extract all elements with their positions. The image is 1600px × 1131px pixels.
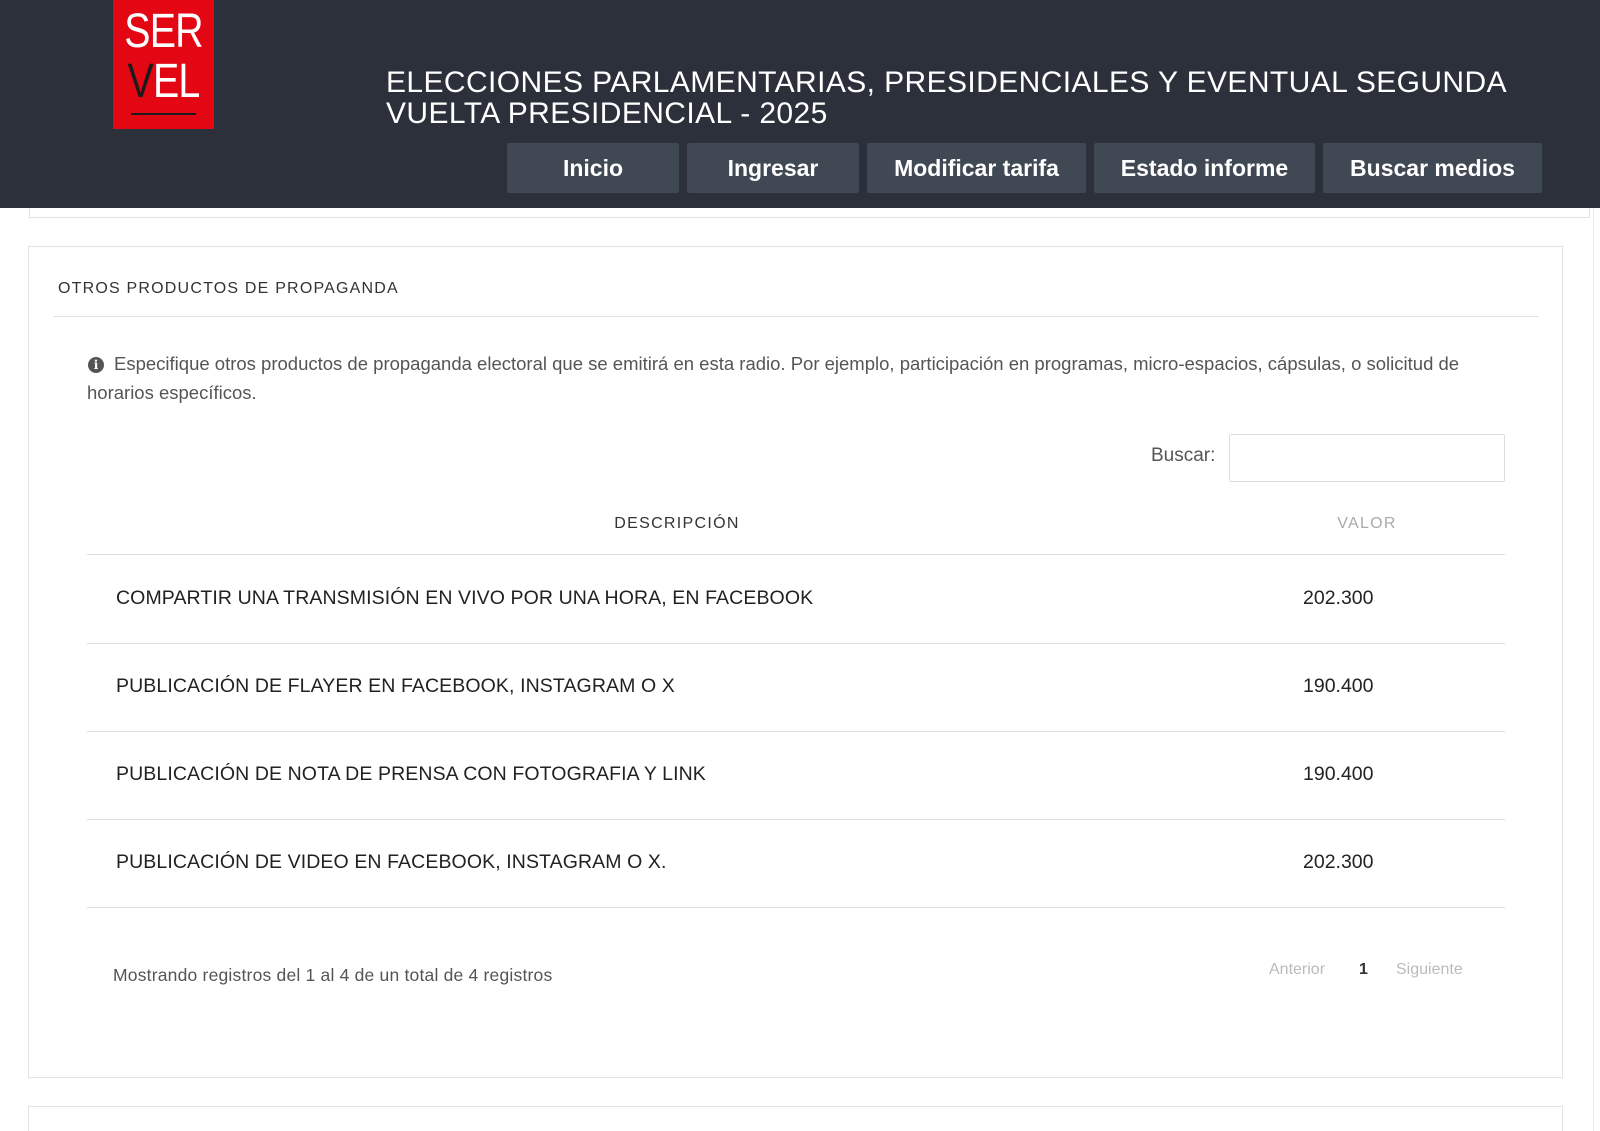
panel-title: OTROS PRODUCTOS DE PROPAGANDA	[58, 280, 399, 297]
cell-descripcion: PUBLICACIÓN DE NOTA DE PRENSA CON FOTOGR…	[116, 763, 706, 785]
next-panel-edge	[28, 1106, 1563, 1131]
cell-valor: 190.400	[1303, 675, 1374, 697]
table-row: COMPARTIR UNA TRANSMISIÓN EN VIVO POR UN…	[87, 556, 1505, 644]
nav-buscar-medios-button[interactable]: Buscar medios	[1323, 143, 1542, 193]
logo-text-top: SER	[124, 5, 203, 58]
panel-divider	[53, 316, 1539, 317]
cell-descripcion: PUBLICACIÓN DE VIDEO EN FACEBOOK, INSTAG…	[116, 851, 667, 873]
nav-inicio-button[interactable]: Inicio	[507, 143, 679, 193]
logo-letter-v: V	[127, 55, 154, 108]
previous-panel-edge	[29, 208, 1590, 218]
site-header: SER VEL ELECCIONES PARLAMENTARIAS, PRESI…	[0, 0, 1600, 208]
table-row: PUBLICACIÓN DE FLAYER EN FACEBOOK, INSTA…	[87, 644, 1505, 732]
cell-descripcion: PUBLICACIÓN DE FLAYER EN FACEBOOK, INSTA…	[116, 675, 675, 697]
page-title-line1: ELECCIONES PARLAMENTARIAS, PRESIDENCIALE…	[386, 66, 1507, 99]
table-row: PUBLICACIÓN DE VIDEO EN FACEBOOK, INSTAG…	[87, 820, 1505, 908]
cell-valor: 190.400	[1303, 763, 1374, 785]
logo-text-bottom: VEL	[122, 58, 205, 106]
nav-estado-informe-button[interactable]: Estado informe	[1094, 143, 1315, 193]
pagination-previous[interactable]: Anterior	[1269, 961, 1325, 979]
table-header: DESCRIPCIÓN VALOR	[87, 499, 1505, 555]
table-info: Mostrando registros del 1 al 4 de un tot…	[113, 965, 553, 985]
column-header-descripcion[interactable]: DESCRIPCIÓN	[87, 515, 1267, 533]
table-row: PUBLICACIÓN DE NOTA DE PRENSA CON FOTOGR…	[87, 732, 1505, 820]
cell-valor: 202.300	[1303, 587, 1374, 609]
info-message: i Especifique otros productos de propagan…	[87, 349, 1507, 407]
column-header-valor[interactable]: VALOR	[1267, 515, 1467, 533]
search-label: Buscar:	[1151, 445, 1216, 466]
nav-modificar-tarifa-button[interactable]: Modificar tarifa	[867, 143, 1086, 193]
info-text: Especifique otros productos de propagand…	[87, 353, 1460, 403]
info-circle-icon: i	[88, 357, 104, 373]
pagination-page-1[interactable]: 1	[1359, 961, 1368, 979]
servel-logo[interactable]: SER VEL	[113, 0, 214, 129]
search-input[interactable]	[1229, 434, 1505, 482]
page-edge-line	[1593, 208, 1594, 1131]
logo-letters-el: EL	[152, 55, 200, 108]
cell-descripcion: COMPARTIR UNA TRANSMISIÓN EN VIVO POR UN…	[116, 587, 814, 609]
page-title-line2: VUELTA PRESIDENCIAL - 2025	[386, 97, 828, 130]
logo-underline	[131, 113, 196, 115]
nav-ingresar-button[interactable]: Ingresar	[687, 143, 859, 193]
page-title: ELECCIONES PARLAMENTARIAS, PRESIDENCIALE…	[386, 67, 1566, 129]
pagination-next[interactable]: Siguiente	[1396, 961, 1463, 979]
otros-productos-panel: OTROS PRODUCTOS DE PROPAGANDA i Especifiq…	[28, 246, 1563, 1078]
cell-valor: 202.300	[1303, 851, 1374, 873]
